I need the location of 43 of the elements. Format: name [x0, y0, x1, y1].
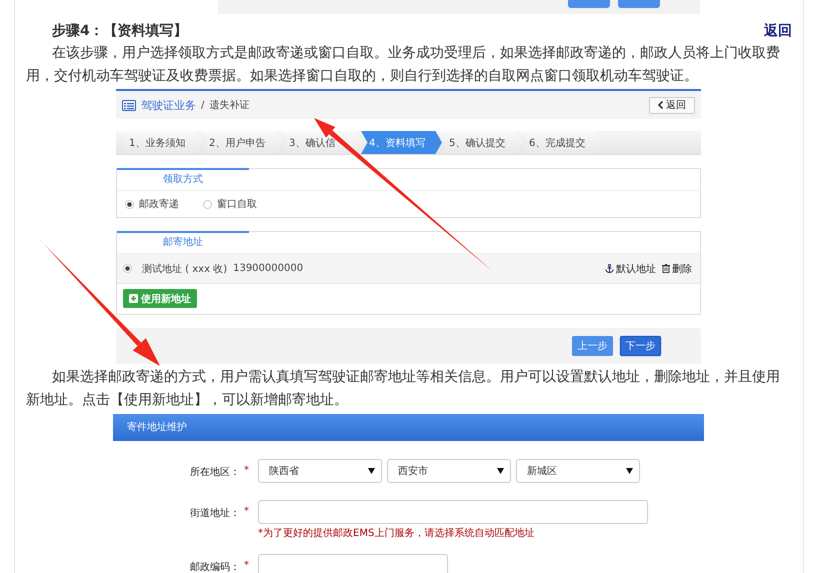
button[interactable] — [568, 0, 610, 8]
next-button[interactable]: 下一步 — [620, 336, 661, 356]
required-mark: * — [244, 465, 249, 476]
phone-number: 13900000000 — [233, 263, 304, 274]
button[interactable] — [618, 0, 660, 8]
hint-text: *为了更好的提供邮政EMS上门服务，请选择系统自动匹配地址 — [258, 528, 536, 540]
required-mark: * — [244, 506, 249, 517]
form-title-bar: 寄件地址维护 — [113, 414, 704, 441]
dropdown-arrow-icon — [626, 468, 633, 474]
field-label: 街道地址： — [190, 506, 240, 520]
anchor-icon — [605, 264, 614, 273]
delete-link[interactable]: 删除 — [662, 262, 692, 276]
required-mark: * — [244, 560, 249, 571]
radio-button[interactable] — [203, 200, 212, 208]
set-default-link[interactable]: 默认地址 — [605, 262, 656, 276]
paragraph: 如果选择邮政寄递的方式，用户需认真填写驾驶证邮寄地址等相关信息。用户可以设置默认地址，删除地址，并且使用新地址。点击【使用新地址】，可以新增邮寄地址。 — [26, 368, 781, 410]
step-heading: 步骤4：【资料填写】 — [52, 22, 188, 41]
address-text: 测试地址 ( xxx 收) — [142, 262, 228, 276]
breadcrumb-separator: / — [201, 100, 204, 110]
address-row[interactable]: 测试地址 ( xxx 收) 13900000000 默认地址 删除 — [117, 254, 700, 284]
select-field[interactable]: 陕西省 — [258, 459, 382, 483]
chevron-left-icon — [658, 101, 663, 109]
input-field[interactable] — [258, 500, 648, 524]
trash-icon — [662, 264, 670, 273]
radio-button[interactable] — [123, 264, 132, 273]
input-field[interactable] — [258, 554, 448, 573]
back-link[interactable]: 返回 — [764, 21, 792, 41]
plus-square-icon — [129, 294, 138, 303]
select-field[interactable]: 西安市 — [387, 459, 511, 483]
breadcrumb-link[interactable]: 驾驶证业务 — [141, 98, 196, 112]
radio-label: 邮政寄递 — [139, 198, 179, 211]
paragraph: 在该步骤，用户选择领取方式是邮政寄递或窗口自取。业务成功受理后，如果选择邮政寄递的，邮政人员将上门收取费用，交付机动车驾驶证及收费票据。如果选择窗口自取的，则自行到选择的自取网点窗口领取机动车驾驶证。 — [26, 44, 781, 86]
panel-tab[interactable]: 领取方式 — [117, 168, 249, 191]
field-label: 所在地区： — [190, 466, 240, 479]
list-icon — [122, 100, 136, 110]
field-label: 邮政编码： — [190, 560, 240, 573]
dropdown-arrow-icon — [368, 468, 375, 474]
breadcrumb-current: 遗失补证 — [209, 98, 250, 112]
radio-button[interactable] — [125, 200, 134, 208]
radio-label: 窗口自取 — [217, 198, 257, 211]
dropdown-arrow-icon — [497, 468, 504, 474]
back-button[interactable]: 返回 — [649, 96, 695, 114]
select-field[interactable]: 新城区 — [516, 459, 640, 483]
